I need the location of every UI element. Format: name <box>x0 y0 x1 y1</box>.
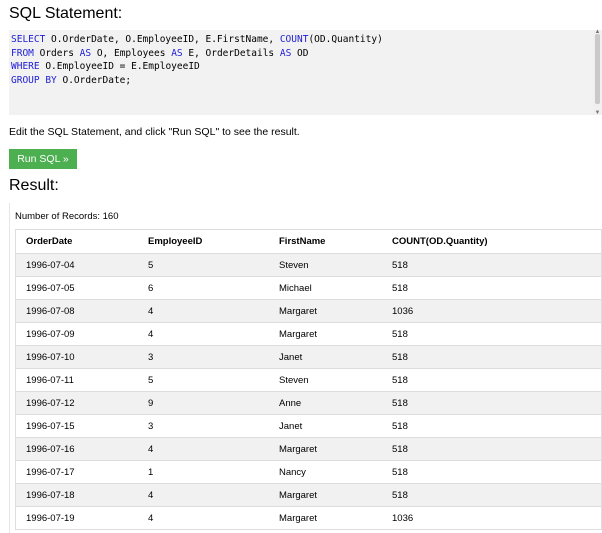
cell-firstname: Michael <box>269 276 382 300</box>
scrollbar-thumb[interactable] <box>595 34 600 104</box>
table-row: 1996-07-19 4 Margaret 1036 <box>15 506 602 530</box>
cell-count: 518 <box>382 276 602 300</box>
cell-count: 1036 <box>382 299 602 323</box>
sql-line-1[interactable]: SELECT O.OrderDate, O.EmployeeID, E.Firs… <box>11 34 383 45</box>
cell-firstname: Janet <box>269 414 382 438</box>
cell-employeeid: 4 <box>138 299 269 323</box>
cell-firstname: Steven <box>269 368 382 392</box>
cell-count: 518 <box>382 437 602 461</box>
cell-employeeid: 4 <box>138 483 269 507</box>
result-table: OrderDate EmployeeID FirstName COUNT(OD.… <box>15 229 602 530</box>
cell-count: 1036 <box>382 506 602 530</box>
cell-firstname: Margaret <box>269 299 382 323</box>
column-header-employeeid: EmployeeID <box>138 229 269 254</box>
table-row: 1996-07-12 9 Anne 518 <box>15 391 602 415</box>
table-body: 1996-07-04 5 Steven 518 1996-07-05 6 Michael 51… <box>15 253 602 530</box>
cell-employeeid: 5 <box>138 368 269 392</box>
sql-line-2[interactable]: FROM Orders AS O, Employees AS E, OrderD… <box>11 48 309 59</box>
cell-orderdate: 1996-07-19 <box>15 506 138 530</box>
cell-count: 518 <box>382 322 602 346</box>
cell-orderdate: 1996-07-12 <box>15 391 138 415</box>
cell-orderdate: 1996-07-04 <box>15 253 138 277</box>
cell-firstname: Margaret <box>269 437 382 461</box>
cell-count: 518 <box>382 253 602 277</box>
cell-count: 518 <box>382 391 602 415</box>
cell-orderdate: 1996-07-11 <box>15 368 138 392</box>
cell-orderdate: 1996-07-10 <box>15 345 138 369</box>
cell-orderdate: 1996-07-05 <box>15 276 138 300</box>
cell-firstname: Steven <box>269 253 382 277</box>
cell-employeeid: 5 <box>138 253 269 277</box>
sql-line-4[interactable]: GROUP BY O.OrderDate; <box>11 75 131 86</box>
sql-editor[interactable]: SELECT O.OrderDate, O.EmployeeID, E.Firs… <box>9 29 602 116</box>
cell-orderdate: 1996-07-08 <box>15 299 138 323</box>
cell-employeeid: 6 <box>138 276 269 300</box>
record-count: Number of Records: 160 <box>15 211 119 222</box>
scroll-down-icon[interactable]: ▼ <box>593 110 602 116</box>
cell-employeeid: 4 <box>138 322 269 346</box>
cell-count: 518 <box>382 483 602 507</box>
sql-code[interactable]: SELECT O.OrderDate, O.EmployeeID, E.Firs… <box>11 33 383 87</box>
table-row: 1996-07-11 5 Steven 518 <box>15 368 602 392</box>
result-title: Result: <box>9 177 59 194</box>
cell-employeeid: 3 <box>138 345 269 369</box>
cell-firstname: Anne <box>269 391 382 415</box>
table-row: 1996-07-16 4 Margaret 518 <box>15 437 602 461</box>
table-row: 1996-07-08 4 Margaret 1036 <box>15 299 602 323</box>
cell-employeeid: 3 <box>138 414 269 438</box>
cell-orderdate: 1996-07-09 <box>15 322 138 346</box>
column-header-firstname: FirstName <box>269 229 382 254</box>
cell-orderdate: 1996-07-17 <box>15 460 138 484</box>
table-row: 1996-07-04 5 Steven 518 <box>15 253 602 277</box>
table-header-row: OrderDate EmployeeID FirstName COUNT(OD.… <box>15 229 602 254</box>
cell-employeeid: 9 <box>138 391 269 415</box>
cell-count: 518 <box>382 460 602 484</box>
cell-firstname: Margaret <box>269 483 382 507</box>
table-row: 1996-07-09 4 Margaret 518 <box>15 322 602 346</box>
table-row: 1996-07-15 3 Janet 518 <box>15 414 602 438</box>
cell-orderdate: 1996-07-15 <box>15 414 138 438</box>
instructions-text: Edit the SQL Statement, and click "Run S… <box>9 126 300 138</box>
table-row: 1996-07-05 6 Michael 518 <box>15 276 602 300</box>
cell-employeeid: 1 <box>138 460 269 484</box>
cell-employeeid: 4 <box>138 437 269 461</box>
table-row: 1996-07-17 1 Nancy 518 <box>15 460 602 484</box>
cell-count: 518 <box>382 414 602 438</box>
cell-count: 518 <box>382 345 602 369</box>
cell-orderdate: 1996-07-16 <box>15 437 138 461</box>
sql-statement-title: SQL Statement: <box>9 5 123 22</box>
cell-orderdate: 1996-07-18 <box>15 483 138 507</box>
column-header-orderdate: OrderDate <box>15 229 138 254</box>
cell-employeeid: 4 <box>138 506 269 530</box>
cell-firstname: Janet <box>269 345 382 369</box>
sql-line-3[interactable]: WHERE O.EmployeeID = E.EmployeeID <box>11 61 200 72</box>
editor-scrollbar[interactable]: ▲ ▼ <box>593 29 602 116</box>
table-row: 1996-07-18 4 Margaret 518 <box>15 483 602 507</box>
cell-firstname: Nancy <box>269 460 382 484</box>
cell-firstname: Margaret <box>269 506 382 530</box>
table-row: 1996-07-10 3 Janet 518 <box>15 345 602 369</box>
run-sql-button[interactable]: Run SQL » <box>9 149 77 169</box>
column-header-count: COUNT(OD.Quantity) <box>382 229 602 254</box>
cell-count: 518 <box>382 368 602 392</box>
cell-firstname: Margaret <box>269 322 382 346</box>
